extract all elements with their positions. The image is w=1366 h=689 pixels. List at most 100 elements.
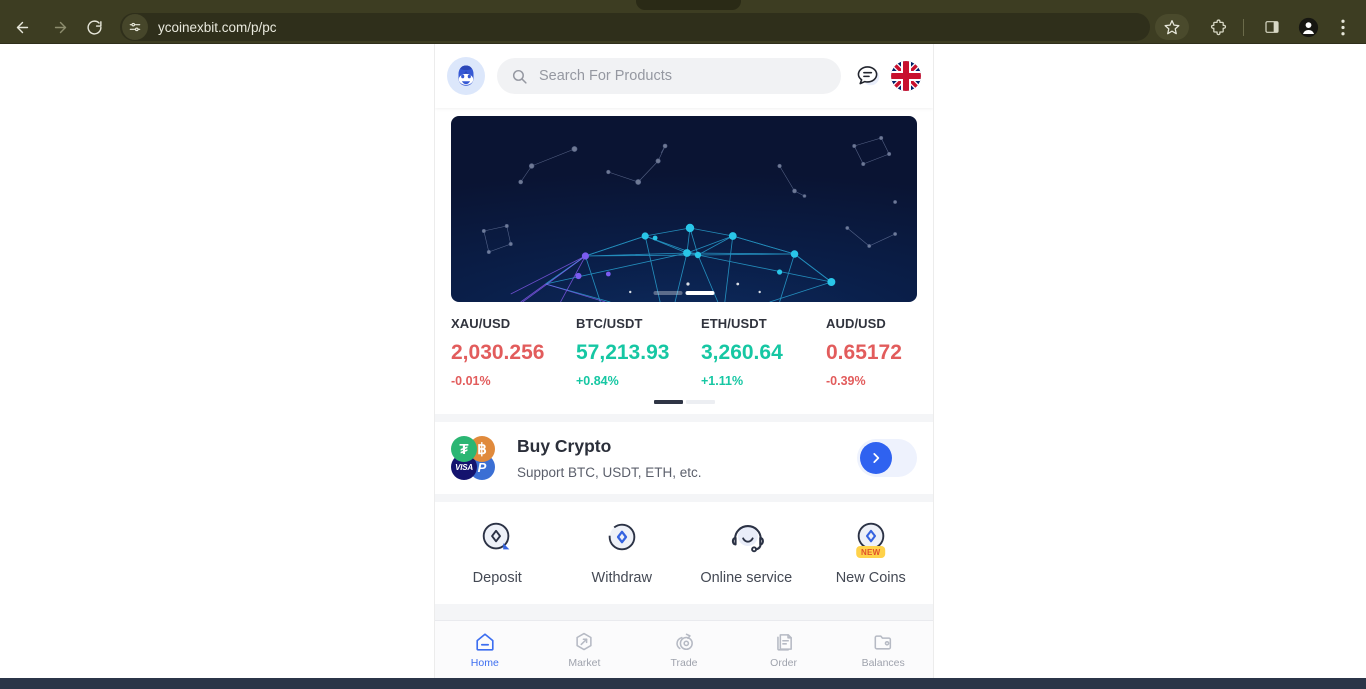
ticker-price: 0.65172 [826,341,902,364]
payment-methods-cluster: ₮ ฿ VISA P [451,436,499,480]
withdraw-glyph-icon [608,523,636,551]
search-icon [512,69,527,84]
address-bar[interactable]: ycoinexbit.com/p/pc [120,13,1150,41]
ticker-price: 57,213.93 [576,341,670,364]
nav-label: Market [568,656,601,669]
side-panel-icon [1265,21,1279,33]
banner-section [435,108,933,302]
ticker-row: XAU/USD 2,030.256 -0.01% BTC/USDT 57,213… [435,316,933,388]
page-canvas: Search For Products XAU/USD 2,030.256 -0… [0,44,1366,678]
headset-icon [727,518,765,556]
quick-action-label: Deposit [472,570,522,586]
deposit-icon [478,518,516,556]
url-text: ycoinexbit.com/p/pc [158,19,277,35]
forward-arrow-icon [54,21,66,33]
nav-item-trade[interactable]: Trade [634,631,734,669]
browser-chrome: ycoinexbit.com/p/pc [0,0,1366,44]
banner-carousel-indicator[interactable] [653,291,715,295]
quick-action-new-coins[interactable]: NEW New Coins [809,518,934,586]
star-icon [1164,20,1180,35]
new-coins-icon: NEW [852,518,890,558]
market-ticker-card: XAU/USD 2,030.256 -0.01% BTC/USDT 57,213… [435,302,933,414]
trade-icon [676,633,693,650]
ticker-dot-2[interactable] [685,400,715,404]
browser-toolbar: ycoinexbit.com/p/pc [0,10,1366,44]
buy-crypto-title: Buy Crypto [517,436,612,456]
ticker-pair: BTC/USDT [576,316,643,331]
three-dot-menu-icon [1341,19,1345,35]
tether-badge-icon: ₮ [451,436,477,462]
ticker-item-btcusdt[interactable]: BTC/USDT 57,213.93 +0.84% [576,316,701,388]
chevron-right-icon [873,453,880,463]
nav-item-balances[interactable]: Balances [833,631,933,669]
ticker-price: 2,030.256 [451,341,545,364]
ticker-carousel-indicator[interactable] [435,388,933,414]
app-header: Search For Products [435,44,933,108]
extensions-button[interactable] [1205,14,1231,40]
search-input[interactable]: Search For Products [497,58,841,94]
site-settings-icon[interactable] [122,14,148,40]
ticker-dot-1[interactable] [653,400,683,404]
nav-label: Order [770,656,797,669]
home-icon [476,632,494,651]
person-icon [1298,17,1318,37]
ticker-item-ethusdt[interactable]: ETH/USDT 3,260.64 +1.11% [701,316,826,388]
buy-crypto-card[interactable]: ₮ ฿ VISA P Buy Crypto Support BTC, USDT,… [435,422,933,494]
bookmark-star-button[interactable] [1155,14,1189,40]
banner-network-graphic [481,135,897,302]
buy-crypto-go-button[interactable] [857,439,917,477]
side-panel-button[interactable] [1259,14,1285,40]
ticker-pair: ETH/USDT [701,316,767,331]
puzzle-piece-icon [1210,18,1226,35]
reload-button[interactable] [81,14,107,40]
nav-item-order[interactable]: Order [734,631,834,669]
profile-avatar-button[interactable] [1295,14,1321,40]
ticker-change: -0.01% [451,374,491,388]
hero-banner[interactable] [451,116,917,302]
penguin-mascot-icon [458,65,474,86]
nav-item-market[interactable]: Market [535,631,635,669]
uk-flag-icon [891,61,921,91]
chrome-menu-button[interactable] [1330,14,1356,40]
headset-glyph-icon [732,525,765,553]
deposit-glyph-icon [483,522,510,550]
new-coins-badge: NEW [855,546,886,558]
quick-action-label: New Coins [835,570,906,586]
nav-label: Home [470,656,499,669]
toolbar-divider [1243,19,1244,36]
withdraw-icon [603,518,641,556]
os-taskbar [0,678,1366,689]
banner-dot-1[interactable] [653,291,683,295]
balances-icon [874,634,892,650]
ticker-change: -0.39% [826,374,866,388]
back-button[interactable] [9,14,35,40]
quick-action-withdraw[interactable]: Withdraw [560,518,685,586]
quick-action-deposit[interactable]: Deposit [435,518,560,586]
buy-crypto-text: Buy Crypto Support BTC, USDT, ETH, etc. [517,436,857,480]
chat-button[interactable] [853,61,883,91]
banner-dot-2[interactable] [685,291,715,295]
quick-action-label: Withdraw [591,570,652,586]
active-tab[interactable] [636,0,741,10]
ticker-item-xauusd[interactable]: XAU/USD 2,030.256 -0.01% [451,316,576,388]
market-icon [576,632,593,650]
quick-action-label: Online service [700,570,793,586]
app-logo-avatar[interactable] [447,57,485,95]
mobile-app-viewport: Search For Products XAU/USD 2,030.256 -0… [434,44,934,678]
language-flag-button[interactable] [891,61,921,91]
ticker-pair: AUD/USD [826,316,886,331]
tab-strip [0,0,1366,10]
ticker-price: 3,260.64 [701,341,783,364]
ticker-item-audusd[interactable]: AUD/USD 0.65172 -0.39% [826,316,933,388]
quick-action-online-service[interactable]: Online service [684,518,809,586]
nav-item-home[interactable]: Home [435,631,535,669]
search-placeholder-text: Search For Products [539,68,672,84]
order-icon [776,633,792,651]
buy-crypto-arrow-circle [860,442,892,474]
ticker-change: +0.84% [576,374,619,388]
buy-crypto-subtitle: Support BTC, USDT, ETH, etc. [517,465,702,480]
reload-icon [86,19,102,35]
tune-icon [129,22,141,32]
nav-label: Trade [670,656,698,669]
forward-button[interactable] [47,14,73,40]
